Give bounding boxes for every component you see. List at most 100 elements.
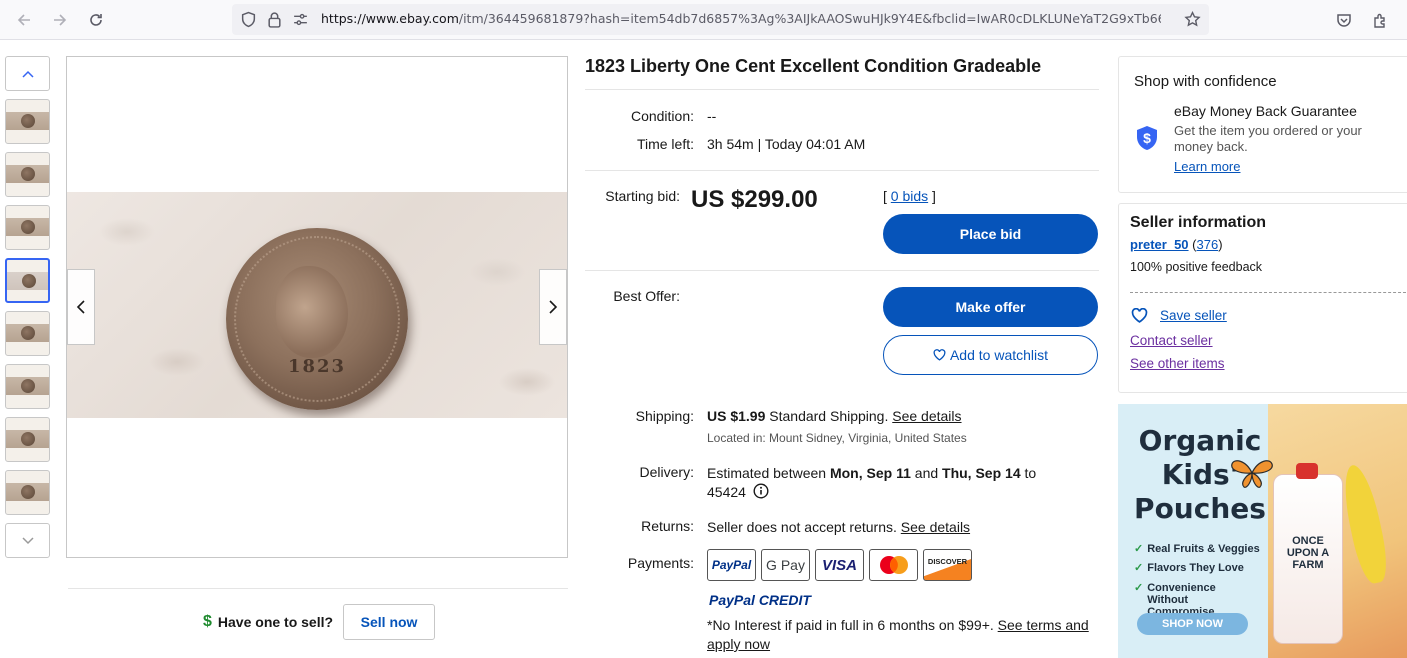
sell-prompt: $ Have one to sell? Sell now [203, 604, 436, 640]
coin-image: 1823 [226, 228, 408, 410]
extensions-icon[interactable] [1368, 8, 1392, 32]
add-to-watchlist-button[interactable]: Add to watchlist [883, 335, 1098, 375]
returns-details-link[interactable]: See details [901, 519, 970, 535]
browser-toolbar: https://www.ebay.com/itm/364459681879?ha… [0, 0, 1407, 40]
permissions-icon[interactable] [292, 11, 309, 28]
url-text[interactable]: https://www.ebay.com/itm/364459681879?ha… [321, 11, 1161, 26]
main-image-viewer[interactable]: 1823 [66, 56, 568, 558]
pocket-icon[interactable] [1332, 8, 1356, 32]
chevron-right-icon [549, 300, 558, 314]
place-bid-button[interactable]: Place bid [883, 214, 1098, 254]
tracking-shield-icon[interactable] [240, 11, 257, 28]
shop-with-confidence-box: Shop with confidence $ eBay Money Back G… [1118, 56, 1407, 193]
url-host: https://www.ebay.com [321, 11, 459, 26]
seller-heading: Seller information [1130, 214, 1267, 231]
shipping-label: Shipping: [635, 408, 694, 424]
save-seller-link[interactable]: Save seller [1160, 308, 1227, 323]
seller-information-box: Seller information preter_50 (376) 100% … [1118, 203, 1407, 393]
seller-name-row: preter_50 (376) [1130, 237, 1223, 252]
make-offer-button[interactable]: Make offer [883, 287, 1098, 327]
divider [1130, 292, 1406, 293]
seller-name-link[interactable]: preter_50 [1130, 237, 1189, 252]
seller-score-link[interactable]: 376 [1197, 237, 1219, 252]
guarantee-text: Get the item you ordered or your money b… [1174, 123, 1362, 154]
address-bar[interactable]: https://www.ebay.com/itm/364459681879?ha… [232, 4, 1209, 35]
thumbnail[interactable] [5, 311, 50, 356]
forward-arrow-icon[interactable] [48, 8, 72, 32]
svg-text:$: $ [1143, 130, 1151, 146]
thumbnail[interactable] [5, 470, 50, 515]
advertisement-banner[interactable]: Organic Kids' Pouches ✓ Real Fruits & Veg… [1118, 404, 1407, 658]
pouch-image: ONCE UPON A FARM [1273, 463, 1343, 644]
chevron-left-icon [76, 300, 85, 314]
contact-seller-link[interactable]: Contact seller [1130, 333, 1213, 348]
shield-dollar-icon: $ [1137, 126, 1157, 150]
reload-icon[interactable] [84, 8, 108, 32]
payment-logos: PayPal G Pay VISA DISCOVER [707, 549, 972, 581]
mastercard-logo-icon [869, 549, 918, 581]
coin-photo: 1823 [67, 192, 567, 418]
url-path: /itm/364459681879?hash=item54db7d6857%3A… [458, 11, 1161, 26]
item-location: Located in: Mount Sidney, Virginia, Unit… [707, 431, 967, 445]
thumbnail[interactable] [5, 99, 50, 144]
ad-shop-now-button[interactable]: SHOP NOW [1137, 613, 1248, 635]
delivery-estimate: Estimated between Mon, Sep 11 and Thu, S… [707, 465, 1037, 500]
google-pay-logo-icon: G Pay [761, 549, 810, 581]
condition-value: -- [707, 108, 717, 124]
listing-title: 1823 Liberty One Cent Excellent Conditio… [585, 56, 1042, 76]
payments-label: Payments: [627, 555, 694, 571]
condition-label: Condition: [630, 108, 694, 124]
divider [585, 89, 1099, 90]
thumbnail[interactable] [5, 364, 50, 409]
starting-bid-label: Starting bid: [605, 188, 680, 204]
divider [68, 588, 568, 589]
sell-now-button[interactable]: Sell now [343, 604, 436, 640]
guarantee-title: eBay Money Back Guarantee [1174, 103, 1357, 119]
list-item: ✓ Flavors They Love [1134, 562, 1244, 574]
thumbnails-up-button[interactable] [5, 56, 50, 91]
shipping-details-link[interactable]: See details [892, 408, 961, 424]
check-icon: ✓ [1134, 562, 1144, 574]
watchlist-label: Add to watchlist [949, 347, 1049, 363]
sell-prompt-text: Have one to sell? [217, 614, 334, 630]
heart-icon [933, 349, 946, 361]
visa-logo-icon: VISA [815, 549, 864, 581]
next-image-button[interactable] [539, 269, 567, 345]
time-left-label: Time left: [636, 136, 694, 152]
chevron-up-icon [21, 70, 34, 78]
see-other-items-link[interactable]: See other items [1130, 356, 1225, 371]
check-icon: ✓ [1134, 543, 1144, 555]
chevron-down-icon [21, 536, 34, 544]
check-icon: ✓ [1134, 582, 1144, 594]
price: US $299.00 [691, 186, 818, 213]
butterfly-icon [1231, 460, 1273, 488]
bids-link[interactable]: 0 bids [891, 188, 928, 204]
info-icon[interactable] [753, 483, 769, 499]
list-item: ✓ Real Fruits & Veggies [1134, 543, 1260, 555]
back-arrow-icon[interactable] [12, 8, 36, 32]
confidence-heading: Shop with confidence [1134, 73, 1277, 90]
returns-value: Seller does not accept returns. See deta… [707, 519, 971, 535]
divider [585, 170, 1099, 171]
previous-image-button[interactable] [67, 269, 95, 345]
thumbnail[interactable] [5, 417, 50, 462]
bookmark-star-icon[interactable] [1184, 10, 1201, 28]
learn-more-link[interactable]: Learn more [1174, 159, 1240, 174]
thumbnails-down-button[interactable] [5, 523, 50, 558]
heart-icon[interactable] [1131, 308, 1148, 323]
returns-label: Returns: [641, 518, 694, 534]
ad-benefits-list: ✓ Real Fruits & Veggies ✓ Flavors They Lov… [1134, 540, 1260, 618]
thumbnail-active[interactable] [5, 258, 50, 303]
lock-icon[interactable] [266, 11, 283, 28]
best-offer-label: Best Offer: [613, 288, 680, 304]
discover-logo-icon: DISCOVER [923, 549, 972, 581]
shipping-value: US $1.99 Standard Shipping. See details [707, 408, 962, 424]
paypal-logo-icon: PayPal [707, 549, 756, 581]
thumbnail[interactable] [5, 152, 50, 197]
ad-brand: ONCE UPON A FARM [1286, 535, 1330, 571]
seller-feedback: 100% positive feedback [1130, 260, 1263, 274]
thumbnail[interactable] [5, 205, 50, 250]
paypal-credit-logo: PayPal CREDIT [709, 592, 811, 608]
dollar-icon: $ [203, 613, 212, 630]
delivery-label: Delivery: [639, 464, 694, 480]
